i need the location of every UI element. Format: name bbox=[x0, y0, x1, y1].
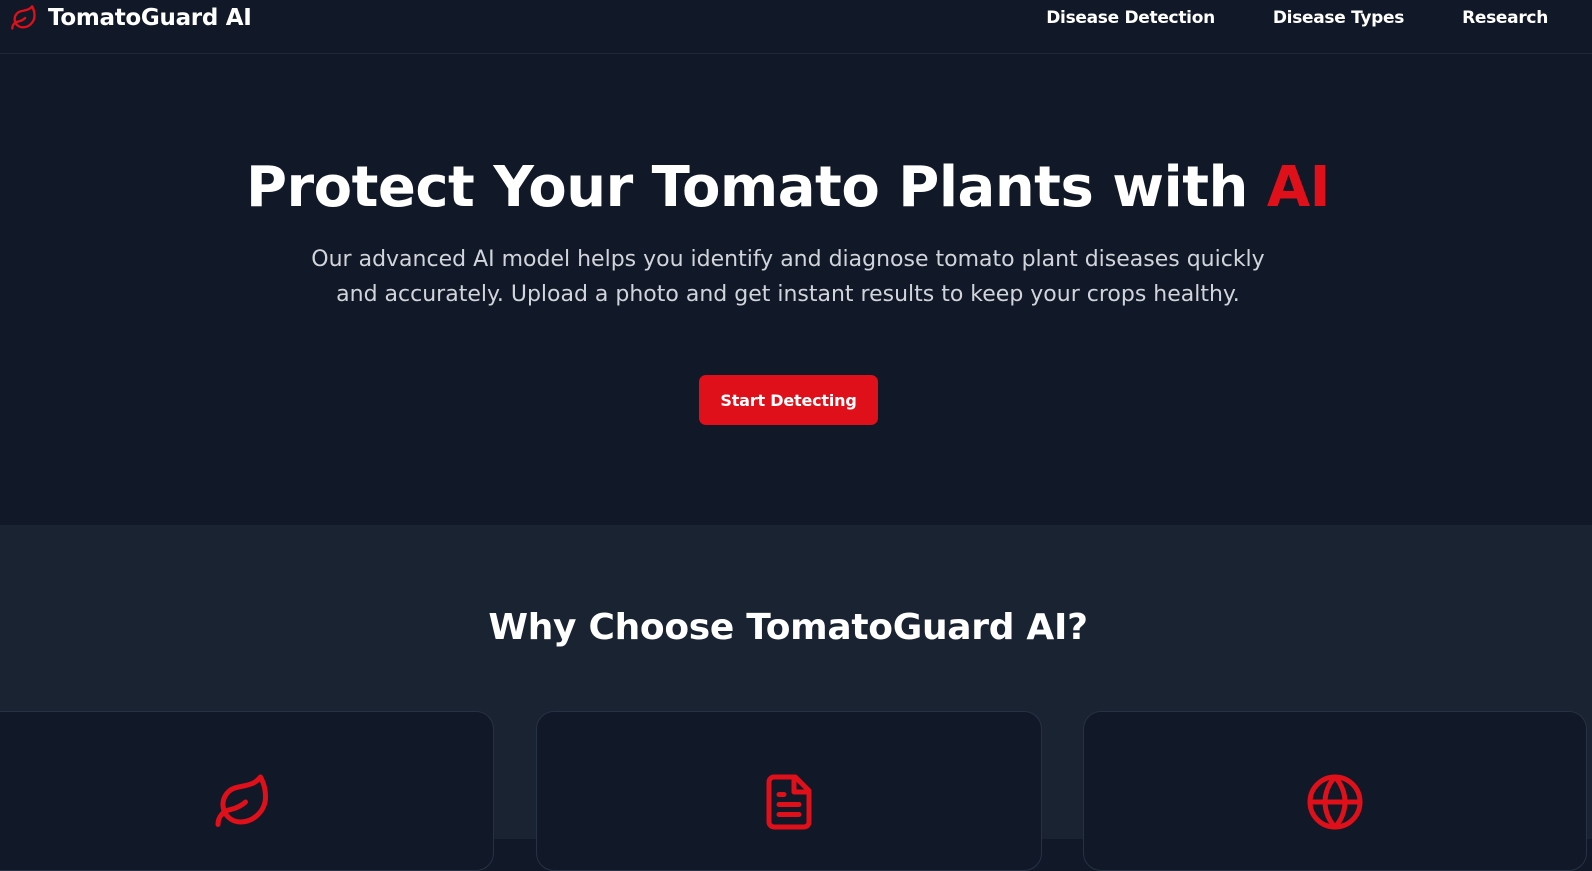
leaf-icon bbox=[215, 774, 268, 827]
start-detecting-button[interactable]: Start Detecting bbox=[699, 375, 878, 425]
nav-link-disease-detection[interactable]: Disease Detection bbox=[1046, 8, 1215, 28]
brand-name: TomatoGuard AI bbox=[48, 5, 252, 31]
features-title: Why Choose TomatoGuard AI? bbox=[488, 607, 1088, 648]
feature-card-2 bbox=[536, 711, 1042, 871]
navbar: TomatoGuard AI Disease Detection Disease… bbox=[0, 0, 1592, 54]
nav-link-disease-types[interactable]: Disease Types bbox=[1273, 8, 1405, 28]
nav-link-research[interactable]: Research bbox=[1462, 8, 1548, 28]
hero-title-main: Protect Your Tomato Plants with bbox=[245, 155, 1267, 220]
hero-subtitle: Our advanced AI model helps you identify… bbox=[311, 247, 1265, 307]
globe-icon bbox=[1307, 774, 1363, 830]
hero-title: Protect Your Tomato Plants with AI bbox=[0, 155, 1576, 220]
feature-card-3 bbox=[1083, 711, 1587, 871]
features-section: Why Choose TomatoGuard AI? bbox=[0, 525, 1592, 871]
brand-logo-link[interactable]: TomatoGuard AI bbox=[10, 2, 252, 34]
leaf-icon bbox=[11, 5, 36, 30]
document-icon bbox=[766, 774, 812, 830]
feature-card-1 bbox=[0, 711, 494, 871]
nav-links: Disease Detection Disease Types Research bbox=[1046, 4, 1548, 32]
hero-title-accent: AI bbox=[1266, 155, 1331, 220]
hero-section: Protect Your Tomato Plants with AI Our a… bbox=[0, 55, 1592, 525]
